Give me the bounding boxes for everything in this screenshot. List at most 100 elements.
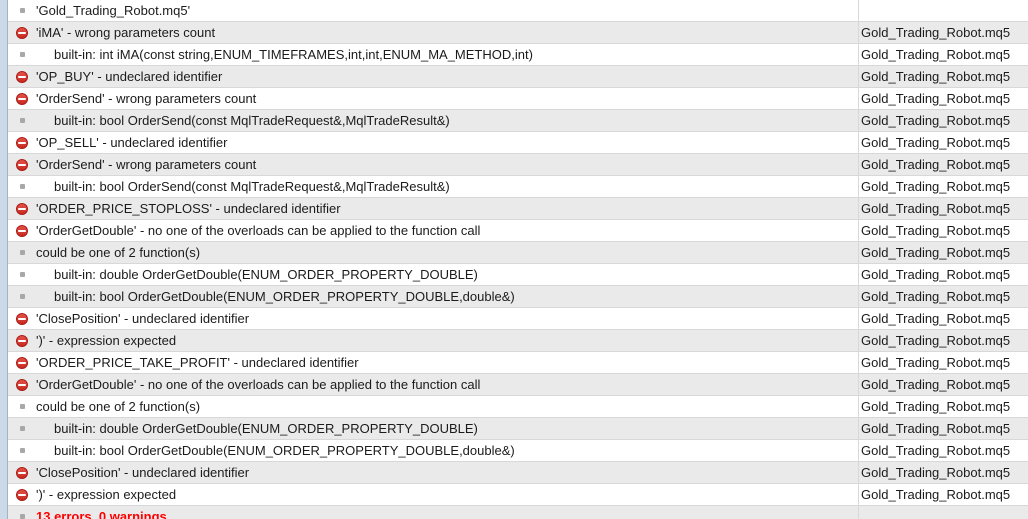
file-name-cell[interactable]: Gold_Trading_Robot.mq5 [858, 395, 1028, 418]
error-message-text: ')' - expression expected [36, 487, 177, 502]
error-message-cell[interactable]: built-in: double OrderGetDouble(ENUM_ORD… [8, 417, 859, 440]
file-name-cell[interactable]: Gold_Trading_Robot.mq5 [858, 109, 1028, 132]
error-message-cell[interactable]: 'OrderGetDouble' - no one of the overloa… [8, 219, 859, 242]
error-message-cell[interactable]: 'ClosePosition' - undeclared identifier [8, 307, 859, 330]
error-message-cell[interactable]: built-in: bool OrderGetDouble(ENUM_ORDER… [8, 439, 859, 462]
error-icon-glyph [16, 356, 28, 369]
table-row[interactable]: 'OP_BUY' - undeclared identifier Gold_Tra… [8, 65, 1028, 88]
table-row[interactable]: 'iMA' - wrong parameters count Gold_Tradi… [8, 21, 1028, 44]
error-message-text: 'OrderGetDouble' - no one of the overloa… [36, 223, 481, 238]
table-row[interactable]: built-in: bool OrderSend(const MqlTradeR… [8, 175, 1028, 198]
table-row[interactable]: 'OP_SELL' - undeclared identifier Gold_Tr… [8, 131, 1028, 154]
error-message-cell[interactable]: built-in: bool OrderGetDouble(ENUM_ORDER… [8, 285, 859, 308]
table-row[interactable]: built-in: bool OrderSend(const MqlTradeR… [8, 109, 1028, 132]
error-message-text: 'iMA' - wrong parameters count [36, 25, 216, 40]
file-name-text: Gold_Trading_Robot.mq5 [861, 289, 1011, 304]
file-name-text: Gold_Trading_Robot.mq5 [861, 377, 1011, 392]
error-message-cell[interactable]: built-in: double OrderGetDouble(ENUM_ORD… [8, 263, 859, 286]
error-message-cell[interactable]: 'ClosePosition' - undeclared identifier [8, 461, 859, 484]
table-row[interactable]: 'OrderSend' - wrong parameters count Gold… [8, 87, 1028, 110]
error-message-cell[interactable]: could be one of 2 function(s) [8, 241, 859, 264]
table-row[interactable]: could be one of 2 function(s) Gold_Tradin… [8, 241, 1028, 264]
error-message-text: built-in: bool OrderGetDouble(ENUM_ORDER… [54, 289, 515, 304]
file-name-cell[interactable]: Gold_Trading_Robot.mq5 [858, 307, 1028, 330]
table-row[interactable]: 'Gold_Trading_Robot.mq5' [8, 0, 1028, 22]
file-name-cell[interactable] [858, 505, 1028, 519]
file-name-cell[interactable]: Gold_Trading_Robot.mq5 [858, 483, 1028, 506]
error-message-text: built-in: double OrderGetDouble(ENUM_ORD… [54, 421, 478, 436]
errors-grid-scroll-area[interactable]: 'Gold_Trading_Robot.mq5' 'iMA' - wrong pa… [8, 0, 1028, 519]
error-icon-glyph [16, 26, 28, 39]
table-row[interactable]: ')' - expression expected Gold_Trading_Ro… [8, 329, 1028, 352]
file-name-text: Gold_Trading_Robot.mq5 [861, 421, 1011, 436]
error-message-cell[interactable]: 'ORDER_PRICE_TAKE_PROFIT' - undeclared i… [8, 351, 859, 374]
error-message-cell[interactable]: 'OrderSend' - wrong parameters count [8, 153, 859, 176]
table-row[interactable]: could be one of 2 function(s) Gold_Tradin… [8, 395, 1028, 418]
file-name-text: Gold_Trading_Robot.mq5 [861, 267, 1011, 282]
error-message-cell[interactable]: 13 errors, 0 warnings [8, 505, 859, 519]
error-icon [14, 198, 30, 219]
file-name-cell[interactable]: Gold_Trading_Robot.mq5 [858, 87, 1028, 110]
table-row[interactable]: 13 errors, 0 warnings [8, 505, 1028, 519]
error-message-cell[interactable]: could be one of 2 function(s) [8, 395, 859, 418]
table-row[interactable]: 'OrderGetDouble' - no one of the overloa… [8, 219, 1028, 242]
table-row[interactable]: 'ORDER_PRICE_STOPLOSS' - undeclared iden… [8, 197, 1028, 220]
bullet-icon [14, 418, 30, 439]
error-message-text: built-in: bool OrderSend(const MqlTradeR… [54, 179, 450, 194]
error-message-text: built-in: bool OrderGetDouble(ENUM_ORDER… [54, 443, 515, 458]
file-name-cell[interactable]: Gold_Trading_Robot.mq5 [858, 417, 1028, 440]
error-message-cell[interactable]: 'iMA' - wrong parameters count [8, 21, 859, 44]
file-name-cell[interactable]: Gold_Trading_Robot.mq5 [858, 439, 1028, 462]
error-icon-glyph [16, 488, 28, 501]
file-name-cell[interactable]: Gold_Trading_Robot.mq5 [858, 175, 1028, 198]
error-message-cell[interactable]: built-in: bool OrderSend(const MqlTradeR… [8, 109, 859, 132]
table-row[interactable]: 'ClosePosition' - undeclared identifier G… [8, 461, 1028, 484]
error-message-cell[interactable]: 'ORDER_PRICE_STOPLOSS' - undeclared iden… [8, 197, 859, 220]
error-message-cell[interactable]: built-in: int iMA(const string,ENUM_TIME… [8, 43, 859, 66]
error-message-cell[interactable]: 'OP_SELL' - undeclared identifier [8, 131, 859, 154]
table-row[interactable]: 'OrderSend' - wrong parameters count Gold… [8, 153, 1028, 176]
table-row[interactable]: built-in: bool OrderGetDouble(ENUM_ORDER… [8, 439, 1028, 462]
error-message-text: could be one of 2 function(s) [36, 245, 201, 260]
table-row[interactable]: built-in: bool OrderGetDouble(ENUM_ORDER… [8, 285, 1028, 308]
error-icon [14, 308, 30, 329]
file-name-cell[interactable]: Gold_Trading_Robot.mq5 [858, 43, 1028, 66]
error-message-cell[interactable]: 'OrderGetDouble' - no one of the overloa… [8, 373, 859, 396]
file-name-cell[interactable]: Gold_Trading_Robot.mq5 [858, 351, 1028, 374]
file-name-cell[interactable]: Gold_Trading_Robot.mq5 [858, 285, 1028, 308]
bullet-icon-glyph [19, 272, 25, 277]
file-name-text [859, 509, 861, 519]
error-message-cell[interactable]: built-in: bool OrderSend(const MqlTradeR… [8, 175, 859, 198]
table-row[interactable]: built-in: double OrderGetDouble(ENUM_ORD… [8, 263, 1028, 286]
file-name-cell[interactable]: Gold_Trading_Robot.mq5 [858, 219, 1028, 242]
error-icon [14, 66, 30, 87]
file-name-cell[interactable]: Gold_Trading_Robot.mq5 [858, 131, 1028, 154]
bullet-icon-glyph [19, 294, 25, 299]
table-row[interactable]: built-in: double OrderGetDouble(ENUM_ORD… [8, 417, 1028, 440]
error-message-cell[interactable]: ')' - expression expected [8, 329, 859, 352]
file-name-cell[interactable]: Gold_Trading_Robot.mq5 [858, 373, 1028, 396]
file-name-cell[interactable]: Gold_Trading_Robot.mq5 [858, 197, 1028, 220]
error-message-text: 'OrderSend' - wrong parameters count [36, 157, 257, 172]
bullet-icon-glyph [19, 184, 25, 189]
error-message-text: 'OrderGetDouble' - no one of the overloa… [36, 377, 481, 392]
table-row[interactable]: built-in: int iMA(const string,ENUM_TIME… [8, 43, 1028, 66]
table-row[interactable]: 'ORDER_PRICE_TAKE_PROFIT' - undeclared i… [8, 351, 1028, 374]
file-name-cell[interactable]: Gold_Trading_Robot.mq5 [858, 263, 1028, 286]
file-name-cell[interactable]: Gold_Trading_Robot.mq5 [858, 65, 1028, 88]
error-message-cell[interactable]: ')' - expression expected [8, 483, 859, 506]
file-name-cell[interactable]: Gold_Trading_Robot.mq5 [858, 21, 1028, 44]
file-name-text: Gold_Trading_Robot.mq5 [861, 399, 1011, 414]
bullet-icon [14, 440, 30, 461]
table-row[interactable]: ')' - expression expected Gold_Trading_Ro… [8, 483, 1028, 506]
file-name-cell[interactable]: Gold_Trading_Robot.mq5 [858, 461, 1028, 484]
file-name-cell[interactable]: Gold_Trading_Robot.mq5 [858, 329, 1028, 352]
file-name-cell[interactable]: Gold_Trading_Robot.mq5 [858, 153, 1028, 176]
error-message-cell[interactable]: 'Gold_Trading_Robot.mq5' [8, 0, 859, 22]
error-message-cell[interactable]: 'OP_BUY' - undeclared identifier [8, 65, 859, 88]
error-message-cell[interactable]: 'OrderSend' - wrong parameters count [8, 87, 859, 110]
file-name-cell[interactable]: Gold_Trading_Robot.mq5 [858, 241, 1028, 264]
table-row[interactable]: 'OrderGetDouble' - no one of the overloa… [8, 373, 1028, 396]
table-row[interactable]: 'ClosePosition' - undeclared identifier G… [8, 307, 1028, 330]
file-name-cell[interactable] [858, 0, 1028, 22]
